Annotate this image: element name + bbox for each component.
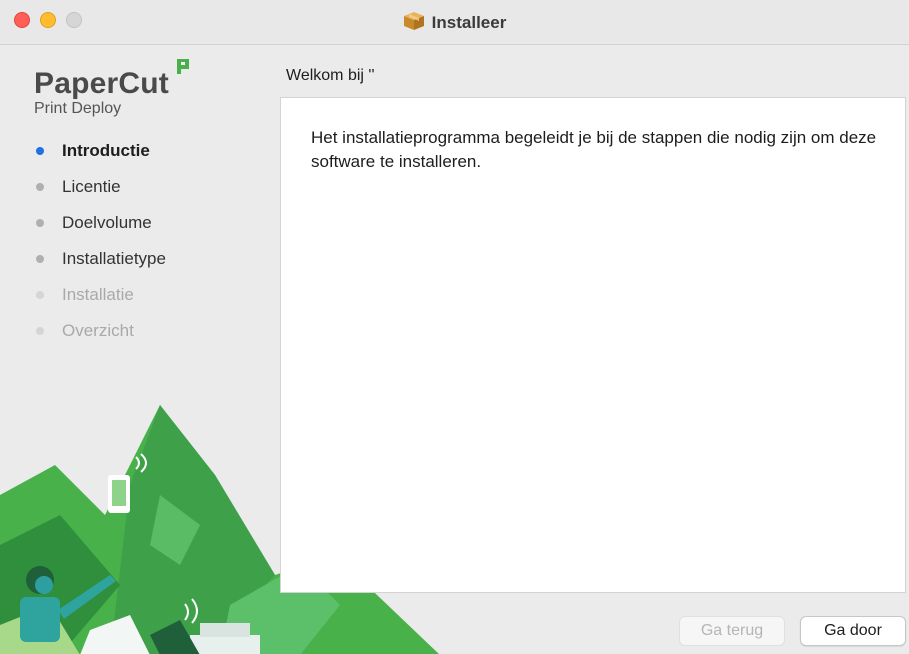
step-dot-icon [36, 291, 44, 299]
window-title: Installeer [431, 13, 507, 32]
title-bar[interactable]: Installeer [0, 0, 909, 45]
step-doelvolume: Doelvolume [36, 205, 166, 241]
step-label: Doelvolume [62, 213, 152, 232]
step-installatie: Installatie [36, 277, 166, 313]
content-panel: Het installatieprogramma begeleidt je bi… [280, 97, 906, 593]
installer-window: Installeer PaperCut Print Deploy Introdu… [0, 0, 909, 654]
step-active-dot-icon [36, 147, 44, 155]
window-title-group: Installeer [0, 11, 909, 36]
step-dot-icon [36, 183, 44, 191]
welcome-heading: Welkom bij '' [286, 67, 375, 84]
sidebar: PaperCut Print Deploy Introductie Licent… [0, 45, 439, 654]
step-dot-icon [36, 255, 44, 263]
product-name: Print Deploy [34, 100, 122, 117]
installer-steps: Introductie Licentie Doelvolume Installa… [36, 133, 166, 349]
step-label: Installatietype [62, 249, 166, 268]
step-label: Overzicht [62, 321, 134, 340]
papercut-flag-icon [177, 59, 191, 80]
step-dot-icon [36, 219, 44, 227]
step-licentie: Licentie [36, 169, 166, 205]
step-label: Licentie [62, 177, 121, 196]
step-label: Introductie [62, 141, 150, 160]
step-label: Installatie [62, 285, 134, 304]
package-icon [403, 11, 425, 36]
step-installatietype: Installatietype [36, 241, 166, 277]
continue-button[interactable]: Ga door [800, 616, 906, 646]
step-overzicht: Overzicht [36, 313, 166, 349]
intro-text: Het installatieprogramma begeleidt je bi… [311, 128, 877, 171]
step-introductie: Introductie [36, 133, 166, 169]
back-button[interactable]: Ga terug [679, 616, 785, 646]
papercut-logo: PaperCut [34, 67, 169, 100]
step-dot-icon [36, 327, 44, 335]
